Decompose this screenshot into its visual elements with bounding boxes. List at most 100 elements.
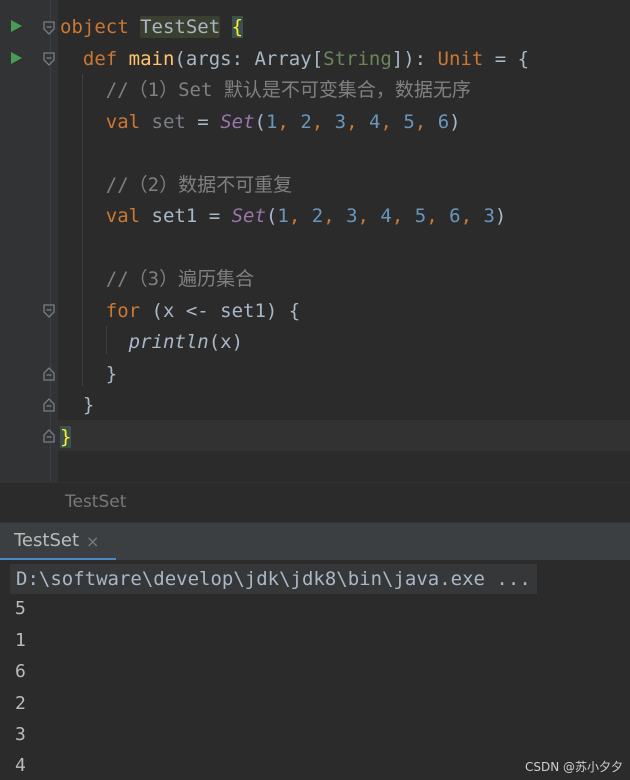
- code-line[interactable]: //（1）Set 默认是不可变集合，数据无序: [60, 75, 529, 107]
- command-line[interactable]: D:\software\develop\jdk\jdk8\bin\java.ex…: [10, 564, 537, 594]
- code-token: Unit: [437, 47, 484, 70]
- code-token: set1 =: [151, 205, 232, 227]
- code-token: ,: [277, 110, 301, 133]
- code-token: 1: [265, 110, 278, 133]
- breadcrumb-item[interactable]: TestSet: [65, 492, 126, 512]
- code-editor[interactable]: object TestSet { def main(args: Array[St…: [0, 0, 630, 482]
- run-tab-label: TestSet: [14, 530, 80, 551]
- run-console[interactable]: D:\software\develop\jdk\jdk8\bin\java.ex…: [0, 560, 630, 780]
- code-token: main: [128, 47, 175, 70]
- fold-collapse-icon[interactable]: [43, 304, 55, 318]
- run-tab-bar: TestSet ×: [0, 522, 630, 561]
- watermark: CSDN @苏小夕夕: [524, 760, 623, 774]
- code-token: val: [105, 110, 152, 133]
- code-token: ): [449, 110, 461, 133]
- code-token: 4: [380, 205, 392, 227]
- code-token: //（2）数据不可重复: [105, 173, 293, 196]
- code-token: def: [82, 47, 129, 70]
- code-token: (x): [208, 331, 244, 353]
- code-token: ,: [391, 205, 415, 227]
- console-output-line: 1: [15, 630, 26, 651]
- code-token: //（3）遍历集合: [105, 268, 255, 290]
- code-token: 6: [449, 205, 461, 227]
- code-token: ,: [346, 110, 369, 133]
- code-token: Set: [220, 110, 255, 133]
- code-line[interactable]: }: [60, 359, 529, 391]
- fold-end-icon[interactable]: [43, 367, 55, 381]
- close-icon[interactable]: ×: [86, 532, 99, 551]
- code-token: ,: [414, 110, 438, 133]
- code-token: set: [151, 110, 186, 133]
- code-token: 4: [369, 110, 381, 133]
- code-token: ,: [426, 205, 450, 227]
- code-token: ,: [311, 110, 335, 133]
- code-token: val: [105, 205, 152, 227]
- code-line[interactable]: println(x): [60, 327, 529, 359]
- code-token: (: [265, 205, 278, 227]
- code-token: 2: [300, 110, 312, 133]
- console-output-line: 6: [15, 661, 26, 682]
- code-token: ,: [460, 205, 484, 227]
- code-line[interactable]: }: [60, 390, 529, 422]
- fold-collapse-icon[interactable]: [43, 21, 55, 35]
- code-token: 3: [334, 110, 347, 133]
- code-token: ,: [323, 205, 347, 227]
- breadcrumb: TestSet: [0, 482, 630, 523]
- code-token: //（1）Set 默认是不可变集合，数据无序: [105, 79, 471, 101]
- code-token: 5: [414, 205, 427, 227]
- fold-collapse-icon[interactable]: [43, 52, 55, 66]
- console-output-line: 4: [15, 755, 26, 776]
- code-token: }: [60, 394, 95, 416]
- code-line[interactable]: //（2）数据不可重复: [60, 170, 529, 202]
- console-output-line: 2: [15, 693, 26, 714]
- code-token: =: [185, 110, 221, 133]
- code-line[interactable]: val set1 = Set(1, 2, 3, 4, 5, 6, 3): [60, 201, 529, 233]
- code-line[interactable]: for (x <- set1) {: [60, 296, 529, 328]
- code-token: 2: [311, 205, 324, 227]
- code-token: 3: [483, 205, 495, 227]
- code-line[interactable]: }: [60, 422, 529, 454]
- code-line[interactable]: val set = Set(1, 2, 3, 4, 5, 6): [60, 107, 529, 139]
- code-token: TestSet: [140, 16, 221, 38]
- code-token: }: [60, 425, 72, 448]
- fold-end-icon[interactable]: [43, 398, 55, 412]
- code-line[interactable]: [60, 138, 529, 170]
- code-token: }: [60, 362, 118, 385]
- code-token: for: [105, 299, 152, 322]
- run-main-gutter-icon[interactable]: [11, 52, 22, 64]
- code-token: (args: Array[: [174, 47, 324, 70]
- code-token: 3: [346, 205, 358, 227]
- code-token: ]):: [391, 47, 438, 70]
- console-output-line: 3: [15, 724, 26, 745]
- code-token: ): [494, 205, 507, 227]
- code-line[interactable]: object TestSet {: [60, 12, 529, 44]
- code-text[interactable]: object TestSet { def main(args: Array[St…: [60, 12, 529, 453]
- code-token: ,: [380, 110, 404, 133]
- code-token: ,: [357, 205, 381, 227]
- code-token: ,: [288, 205, 312, 227]
- code-token: 1: [277, 205, 289, 227]
- code-line[interactable]: def main(args: Array[String]): Unit = {: [60, 44, 529, 76]
- code-token: object: [60, 16, 141, 38]
- fold-end-icon[interactable]: [43, 429, 55, 443]
- code-token: 6: [437, 110, 450, 133]
- code-token: (: [254, 110, 266, 133]
- code-token: = {: [483, 47, 530, 70]
- code-token: 5: [403, 110, 415, 133]
- code-token: {: [231, 16, 244, 38]
- code-token: Set: [231, 205, 266, 227]
- code-token: String: [323, 47, 392, 70]
- run-gutter-icon[interactable]: [11, 20, 22, 32]
- code-token: println: [128, 331, 209, 353]
- run-tab-testset[interactable]: TestSet ×: [0, 523, 118, 561]
- code-line[interactable]: //（3）遍历集合: [60, 264, 529, 296]
- code-line[interactable]: [60, 233, 529, 265]
